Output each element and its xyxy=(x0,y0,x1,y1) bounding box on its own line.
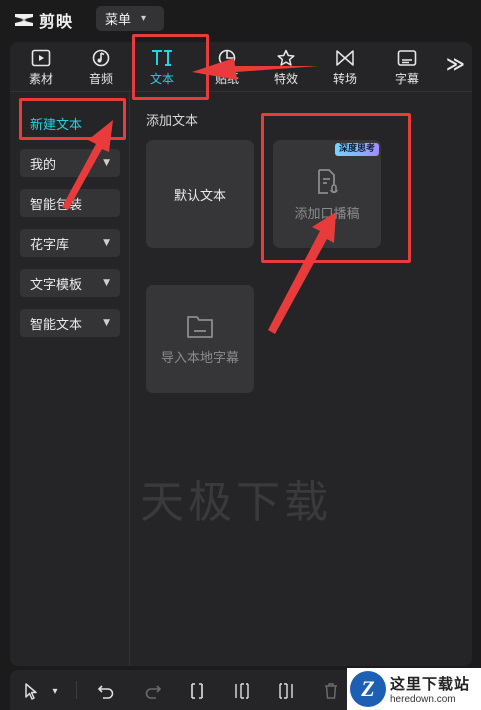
tab-audio[interactable]: 音频 xyxy=(84,42,118,92)
tab-label: 贴纸 xyxy=(214,72,239,86)
chevron-down-icon: ▾ xyxy=(52,685,58,697)
menu-label: 菜单 xyxy=(105,13,132,28)
select-tool-button[interactable] xyxy=(20,680,42,702)
tab-bar: 素材 音频 文本 贴纸 特效 转场 字幕 ≫ xyxy=(10,42,472,92)
app-name: 剪映 xyxy=(39,12,74,31)
select-tool-dropdown[interactable]: ▾ xyxy=(48,680,62,702)
tab-subtitle[interactable]: 字幕 xyxy=(390,42,424,92)
section-title: 添加文本 xyxy=(146,114,199,129)
site-logo-url: heredown.com xyxy=(390,694,456,705)
split-left-button[interactable] xyxy=(231,680,253,702)
app-logo: 剪映 xyxy=(14,8,73,32)
sidebar-item-label: 我的 xyxy=(30,157,57,173)
sidebar-item-mine[interactable]: 我的 ▼ xyxy=(20,149,120,177)
chevron-down-icon: ▼ xyxy=(103,278,110,288)
tab-effects[interactable]: 特效 xyxy=(269,42,303,92)
cursor-icon xyxy=(25,683,37,700)
sidebar-item-label: 文字模板 xyxy=(30,277,83,293)
tab-transition[interactable]: 转场 xyxy=(328,42,362,92)
add-script-card[interactable]: 深度思考 添加口播稿 xyxy=(273,140,381,248)
chevron-down-icon: ▼ xyxy=(103,158,110,168)
sidebar-item-new-text[interactable]: 新建文本 xyxy=(20,109,120,137)
tab-label: 文本 xyxy=(149,72,174,86)
sidebar-item-label: 智能包装 xyxy=(30,197,83,213)
star-effect-icon xyxy=(277,49,295,66)
tab-label: 转场 xyxy=(332,72,357,86)
split-right-button[interactable] xyxy=(275,680,297,702)
split-left-icon xyxy=(235,683,249,699)
tab-label: 字幕 xyxy=(394,72,419,86)
undo-icon xyxy=(97,685,114,699)
menu-button[interactable]: 菜单 ▾ xyxy=(96,6,164,31)
chevron-down-icon: ▼ xyxy=(103,318,110,328)
folder-icon xyxy=(187,315,213,338)
split-right-icon xyxy=(279,683,293,699)
more-tabs-icon[interactable]: ≫ xyxy=(446,54,465,75)
card-label: 默认文本 xyxy=(173,188,226,204)
tab-media[interactable]: 素材 xyxy=(24,42,58,92)
split-icon xyxy=(191,683,203,699)
subtitle-icon xyxy=(397,50,417,66)
title-bar: 剪映 菜单 ▾ xyxy=(0,0,481,38)
sidebar-item-smart-text[interactable]: 智能文本 ▼ xyxy=(20,309,120,337)
tab-sticker[interactable]: 贴纸 xyxy=(210,42,244,92)
sidebar-item-label: 花字库 xyxy=(30,237,70,253)
transition-icon xyxy=(336,50,354,66)
capcut-logo-icon xyxy=(15,14,33,26)
card-label: 添加口播稿 xyxy=(294,206,360,222)
sidebar-item-text-template[interactable]: 文字模板 ▼ xyxy=(20,269,120,297)
split-button[interactable] xyxy=(186,680,208,702)
import-subtitle-card[interactable]: 导入本地字幕 xyxy=(146,285,254,393)
text-sidebar: 新建文本 我的 ▼ 智能包装 花字库 ▼ 文字模板 ▼ 智能文本 ▼ xyxy=(10,93,130,666)
sidebar-item-fancy-text[interactable]: 花字库 ▼ xyxy=(20,229,120,257)
text-content: 添加文本 默认文本 深度思考 添加口播稿 导入本地字幕 xyxy=(131,93,472,666)
redo-icon xyxy=(145,685,162,699)
material-panel: 素材 音频 文本 贴纸 特效 转场 字幕 ≫ 新建文本 我的 ▼ 智能包装 花字… xyxy=(10,42,472,666)
site-logo-mark: Z xyxy=(350,671,386,707)
music-note-icon xyxy=(92,49,110,67)
sticker-icon xyxy=(218,49,236,67)
undo-button[interactable] xyxy=(95,680,117,702)
document-mic-icon xyxy=(318,168,339,194)
toolbar-divider xyxy=(76,681,77,699)
watermark: 天极下载 xyxy=(140,477,332,528)
card-label: 导入本地字幕 xyxy=(160,350,239,366)
default-text-card[interactable]: 默认文本 xyxy=(146,140,254,248)
tab-text[interactable]: 文本 xyxy=(145,42,179,92)
site-watermark-logo: Z 这里下载站 heredown.com xyxy=(347,668,481,710)
tab-label: 特效 xyxy=(273,72,298,86)
deep-think-badge: 深度思考 xyxy=(334,143,379,156)
media-icon xyxy=(31,49,51,67)
trash-icon xyxy=(325,683,337,699)
sidebar-item-label: 新建文本 xyxy=(30,117,83,133)
sidebar-item-label: 智能文本 xyxy=(30,317,83,333)
chevron-down-icon: ▾ xyxy=(141,13,147,24)
tab-label: 音频 xyxy=(88,72,113,86)
delete-button[interactable] xyxy=(320,680,342,702)
tab-label: 素材 xyxy=(28,72,53,86)
redo-button[interactable] xyxy=(142,680,164,702)
sidebar-item-smart-pack[interactable]: 智能包装 xyxy=(20,189,120,217)
chevron-down-icon: ▼ xyxy=(103,238,110,248)
text-icon xyxy=(152,50,172,66)
site-logo-name: 这里下载站 xyxy=(390,675,471,693)
